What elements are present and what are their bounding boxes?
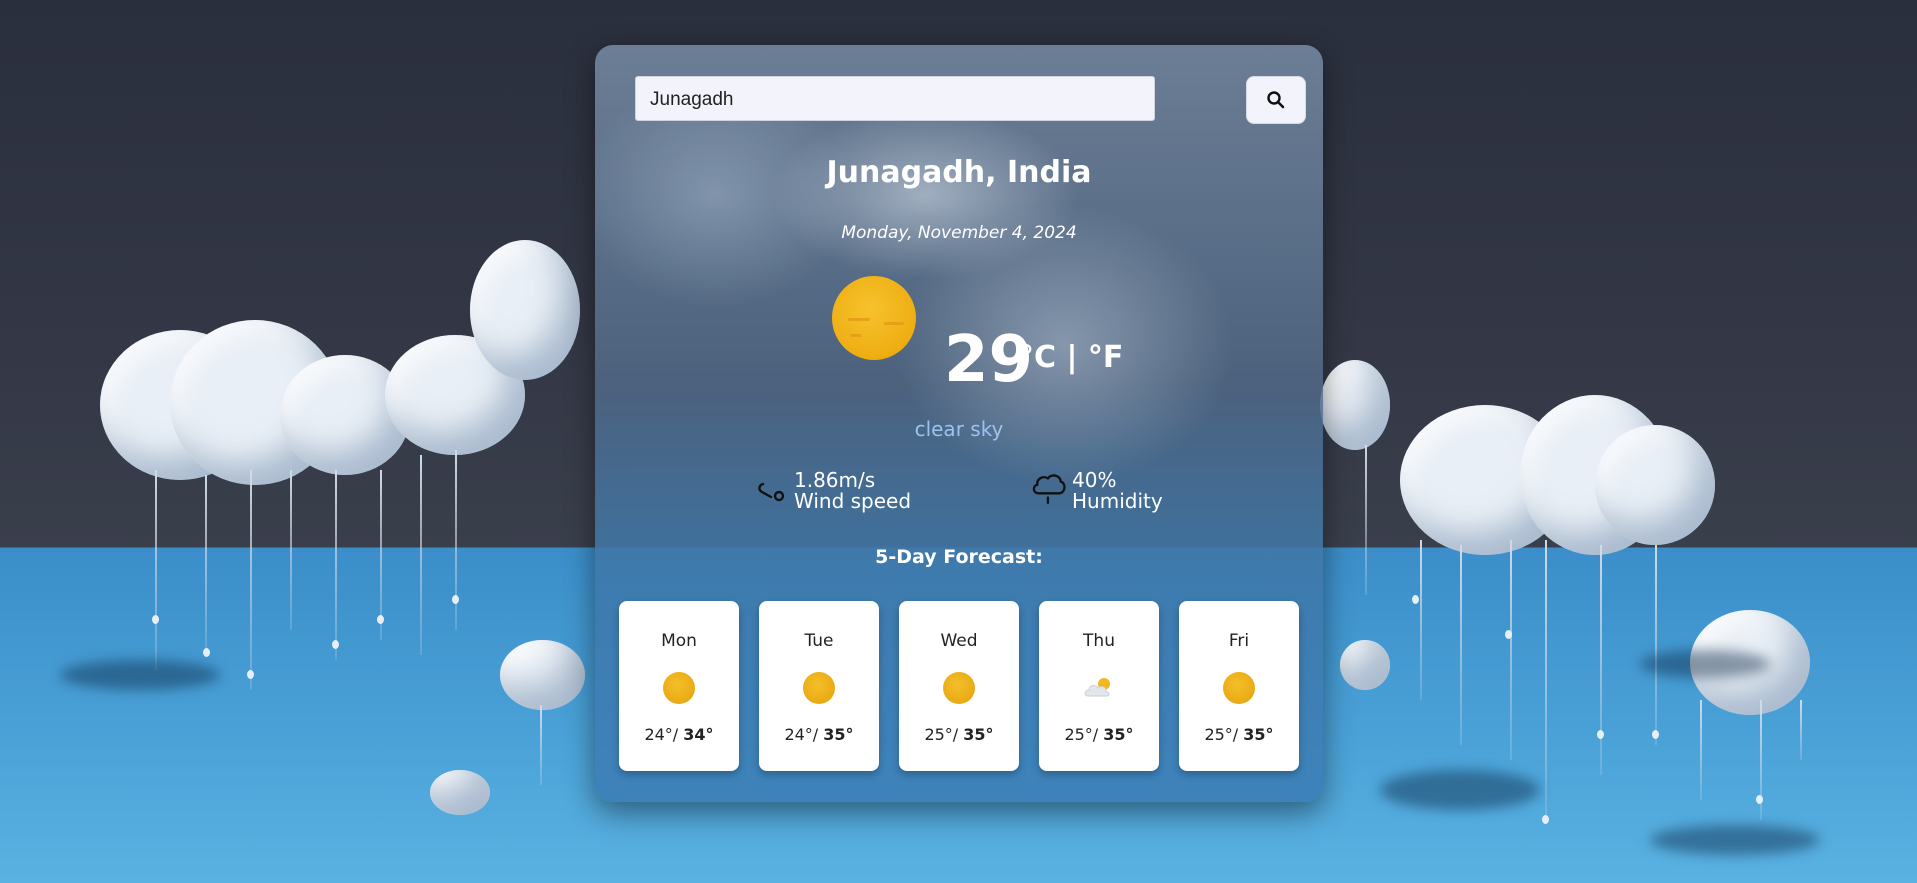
humidity-cloud-icon [1032,474,1066,504]
few-clouds-icon [1084,678,1110,697]
wind-icon [758,482,785,502]
sun-icon [832,276,916,360]
forecast-temp: 25°/ 35° [1064,725,1134,744]
weather-description: clear sky [914,417,1004,441]
wind-speed-value: 1.86m/s [794,468,876,492]
temperature-unit-toggle[interactable]: °C | °F [1019,340,1123,375]
forecast-title: 5-Day Forecast: [875,546,1043,568]
forecast-temp: 25°/ 35° [1204,725,1274,744]
forecast-temp: 24°/ 34° [644,725,714,744]
forecast-card-wed: Wed 25°/ 35° [899,601,1019,771]
sun-icon [663,672,695,704]
search-button[interactable] [1246,76,1306,124]
sun-icon [943,672,975,704]
forecast-card-mon: Mon 24°/ 34° [619,601,739,771]
humidity-label: Humidity [1072,489,1163,513]
search-bar: Junagadh [635,76,1306,124]
wind-speed-label: Wind speed [794,489,912,513]
forecast-temp: 25°/ 35° [924,725,994,744]
forecast-day: Tue [804,631,834,651]
sun-icon [803,672,835,704]
forecast-day: Mon [661,631,697,651]
sun-icon [1223,672,1255,704]
weather-card: Junagadh Junagadh, India Monday, Novembe… [595,45,1323,802]
forecast-day: Wed [940,631,978,651]
current-date: Monday, November 4, 2024 [841,223,1077,243]
forecast-temp: 24°/ 35° [784,725,854,744]
forecast-day: Fri [1228,631,1250,651]
forecast-card-thu: Thu 25°/ 35° [1039,601,1159,771]
forecast-card-tue: Tue 24°/ 35° [759,601,879,771]
location-title: Junagadh, India [826,155,1092,190]
forecast-card-fri: Fri 25°/ 35° [1179,601,1299,771]
city-search-input[interactable]: Junagadh [635,76,1155,121]
search-icon [1267,91,1285,109]
humidity-value: 40% [1072,468,1117,492]
forecast-day: Thu [1083,631,1115,651]
